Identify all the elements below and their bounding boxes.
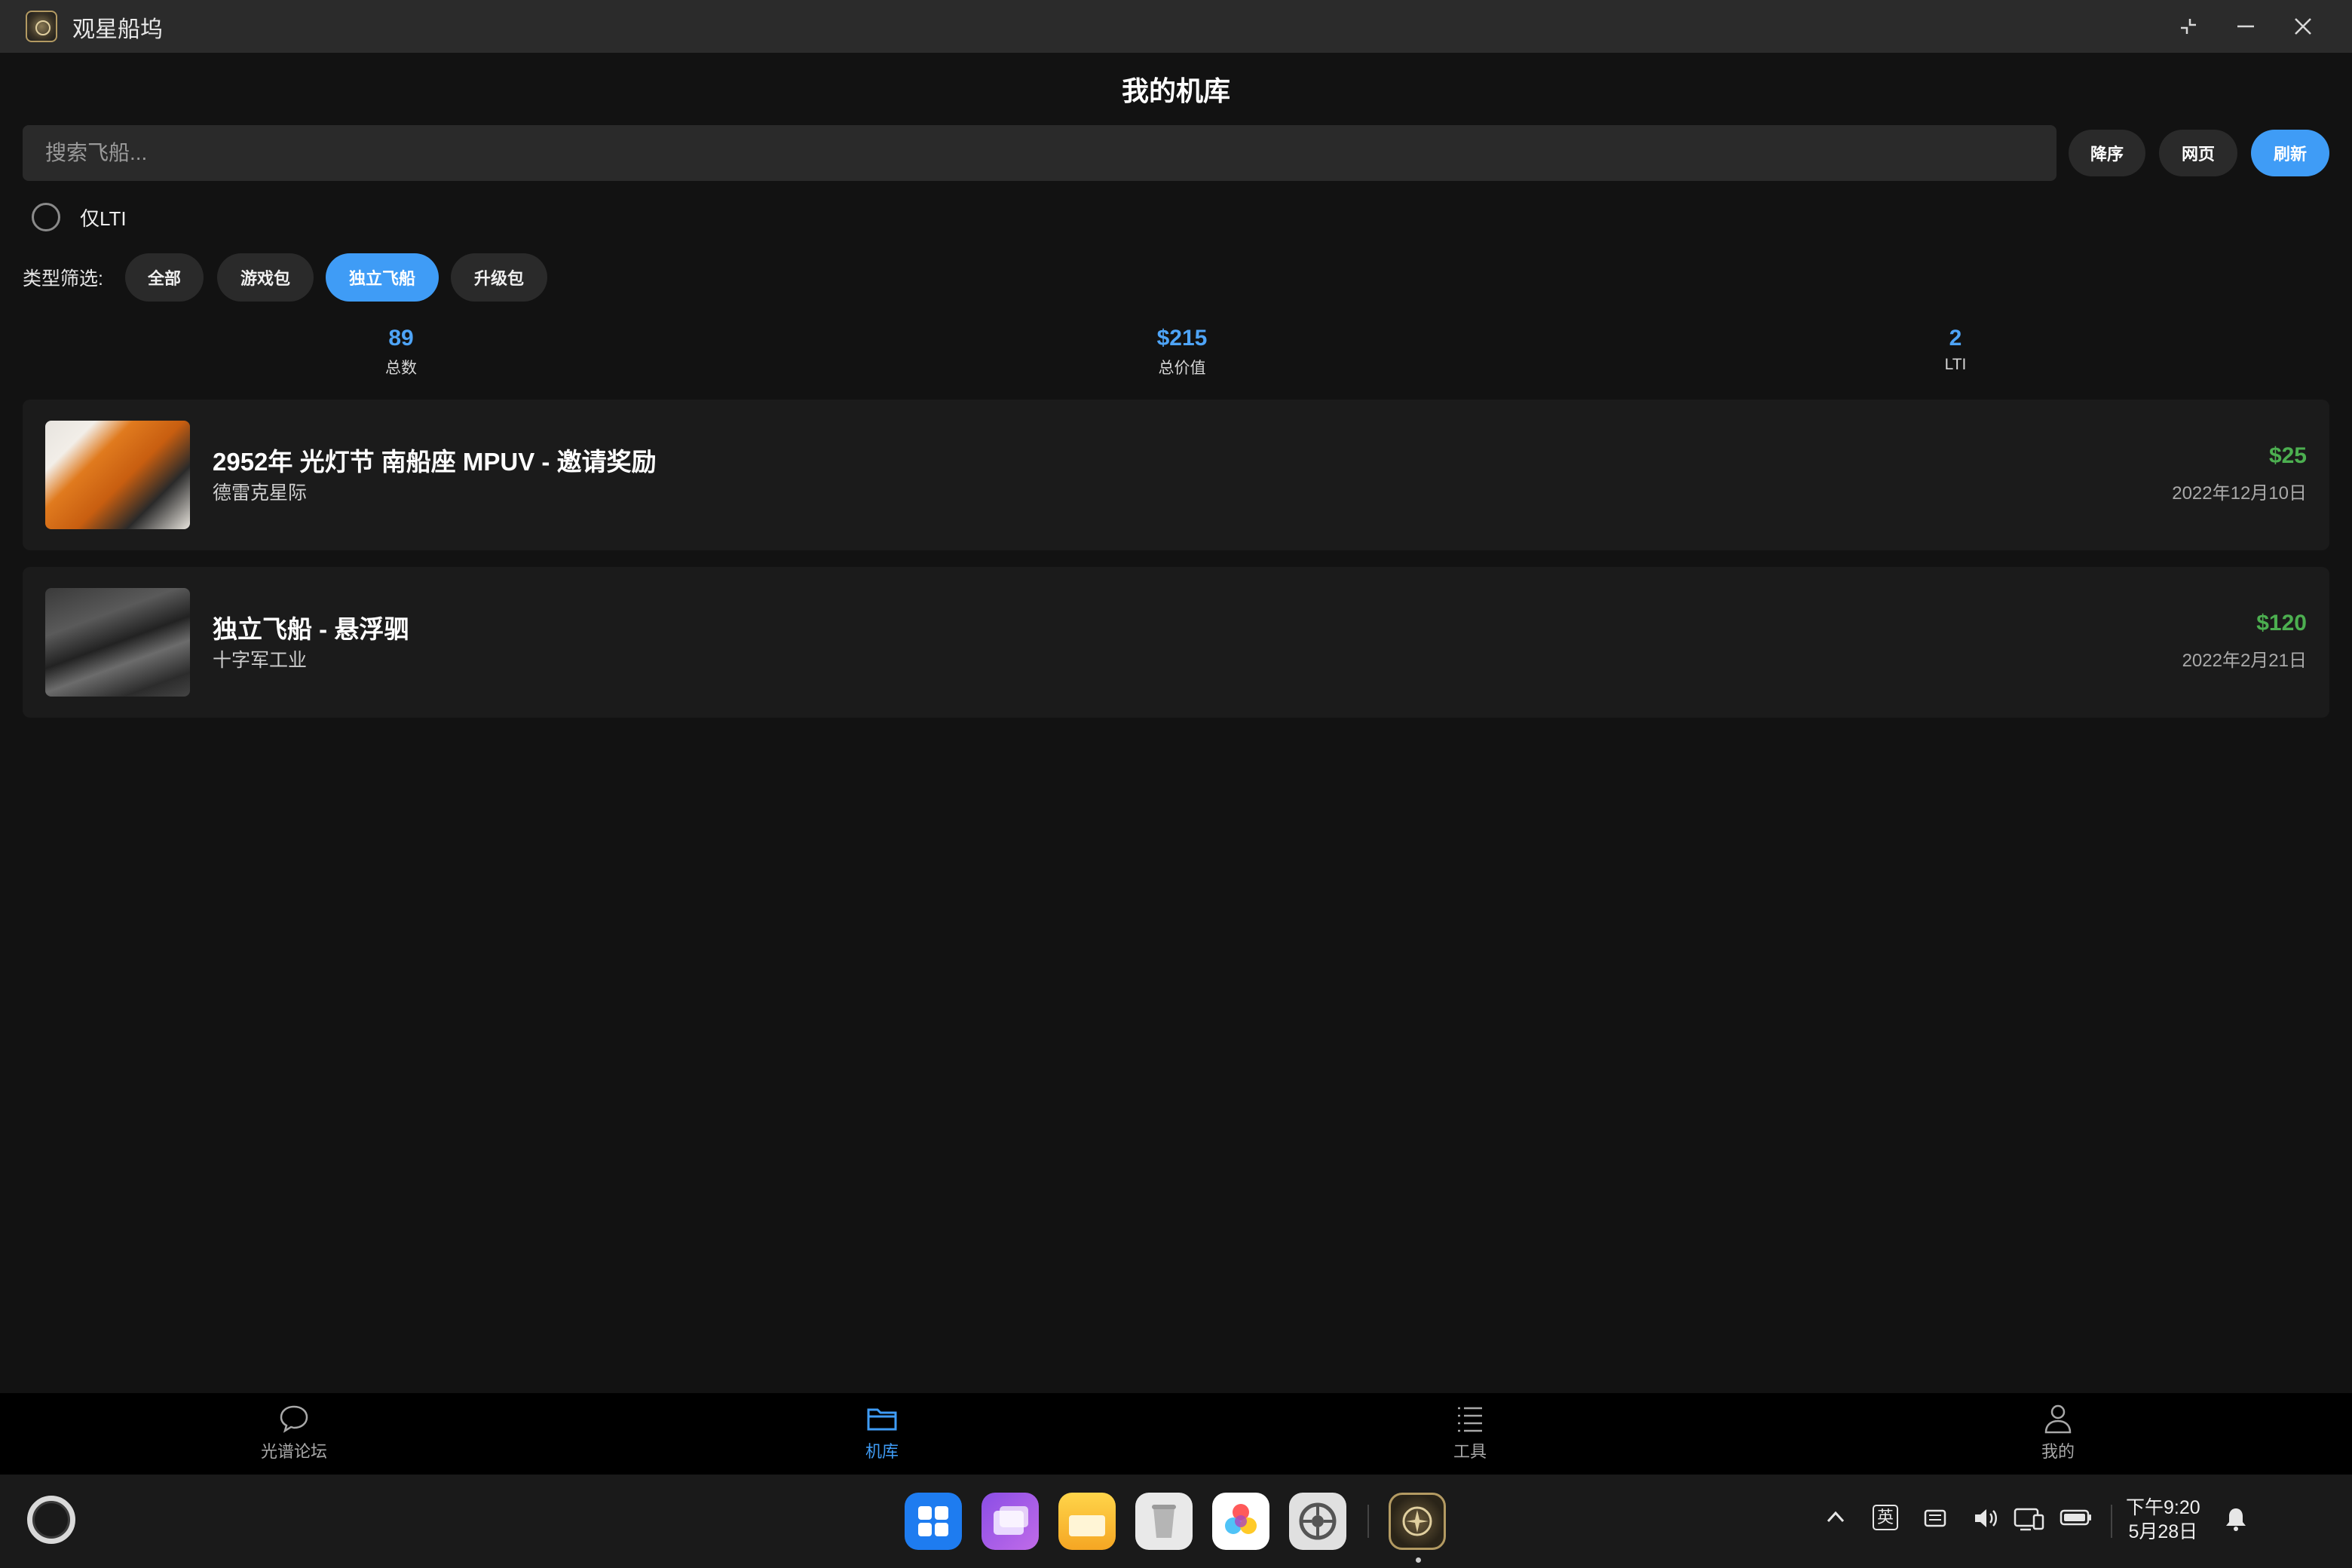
dock-divider (1367, 1505, 1369, 1538)
stat-value: 89 (388, 326, 414, 351)
volume-icon[interactable] (1972, 1506, 2002, 1536)
stat-value: 2 (1949, 326, 1962, 351)
app-logo-icon (26, 11, 57, 42)
minimize-icon[interactable] (2228, 9, 2263, 44)
stat-label: 总价值 (1158, 360, 1206, 377)
tray-divider (2111, 1505, 2112, 1538)
title-bar: 观星船坞 (0, 0, 2352, 53)
tab-forum[interactable]: 光谱论坛 (219, 1401, 369, 1462)
bottom-tab-bar: 光谱论坛 机库 工具 我的 (0, 1393, 2352, 1475)
ship-thumbnail (45, 421, 190, 529)
window-title: 观星船坞 (72, 17, 163, 42)
user-icon (2044, 1404, 2072, 1434)
tab-profile[interactable]: 我的 (1983, 1401, 2133, 1462)
os-taskbar: 英 下午9:20 5月28日 (0, 1475, 2352, 1568)
running-indicator (1416, 1557, 1421, 1563)
ship-name: 2952年 光灯节 南船座 MPUV - 邀请奖励 (213, 448, 657, 476)
stat-lti-count: 2 LTI (1842, 326, 2069, 374)
stat-value: $215 (1156, 326, 1208, 351)
ship-price: $25 (2268, 443, 2307, 468)
ship-thumbnail (45, 588, 190, 697)
system-clock[interactable]: 下午9:20 5月28日 (2126, 1496, 2200, 1544)
start-button[interactable] (27, 1496, 75, 1544)
refresh-button[interactable]: 刷新 (2251, 130, 2329, 176)
tab-label: 机库 (865, 1442, 899, 1461)
tab-tools[interactable]: 工具 (1395, 1401, 1545, 1462)
type-filter-label: 类型筛选: (23, 268, 103, 289)
input-method-indicator[interactable]: 英 (1873, 1505, 1898, 1530)
device-connect-icon[interactable] (2013, 1506, 2046, 1538)
filter-chip-all[interactable]: 全部 (125, 253, 204, 302)
clock-time: 下午9:20 (2126, 1497, 2200, 1518)
close-icon[interactable] (2286, 9, 2320, 44)
files-folder-icon[interactable] (1058, 1493, 1116, 1550)
main-content: 我的机库 降序 网页 刷新 仅LTI 类型筛选: 全部 游戏包 独立飞船 升级包… (0, 53, 2352, 1393)
battery-icon[interactable] (2060, 1506, 2093, 1535)
clock-date: 5月28日 (2128, 1521, 2198, 1542)
ship-manufacturer: 德雷克星际 (213, 482, 308, 504)
keyboard-icon[interactable] (1921, 1506, 1948, 1536)
stargazer-app-icon[interactable] (1389, 1493, 1446, 1550)
trash-icon[interactable] (1135, 1493, 1193, 1550)
ship-card[interactable]: 独立飞船 - 悬浮驷 十字军工业 $120 2022年2月21日 (23, 567, 2329, 718)
search-input[interactable] (23, 125, 2056, 181)
page-title: 我的机库 (1121, 75, 1230, 106)
ship-date: 2022年12月10日 (2172, 483, 2307, 504)
stat-total-count: 89 总数 (288, 326, 514, 378)
bell-icon[interactable] (2224, 1506, 2248, 1538)
tab-label: 工具 (1453, 1442, 1487, 1461)
web-button[interactable]: 网页 (2159, 130, 2237, 176)
lti-only-toggle[interactable]: 仅LTI (32, 201, 127, 234)
stat-total-value: $215 总价值 (1069, 326, 1295, 378)
folder-icon (867, 1408, 897, 1431)
lti-radio[interactable] (32, 203, 60, 231)
filter-chip-upgrade[interactable]: 升级包 (451, 253, 547, 302)
stat-label: LTI (1944, 356, 1967, 373)
settings-gear-icon[interactable] (1289, 1493, 1346, 1550)
app-grid-icon[interactable] (905, 1493, 962, 1550)
restore-icon[interactable] (2171, 9, 2206, 44)
chat-bubble-icon (280, 1405, 308, 1433)
lti-label: 仅LTI (80, 207, 127, 230)
ship-date: 2022年2月21日 (2182, 651, 2307, 671)
filter-chip-game-package[interactable]: 游戏包 (217, 253, 314, 302)
tab-label: 我的 (2041, 1442, 2075, 1461)
ship-manufacturer: 十字军工业 (213, 650, 308, 671)
ship-name: 独立飞船 - 悬浮驷 (213, 615, 409, 643)
ship-price: $120 (2256, 611, 2307, 635)
stat-label: 总数 (385, 360, 417, 377)
multitask-icon[interactable] (982, 1493, 1039, 1550)
photos-icon[interactable] (1212, 1493, 1269, 1550)
ship-card[interactable]: 2952年 光灯节 南船座 MPUV - 邀请奖励 德雷克星际 $25 2022… (23, 400, 2329, 550)
tab-label: 光谱论坛 (260, 1442, 327, 1461)
tab-hangar[interactable]: 机库 (807, 1401, 957, 1462)
sort-button[interactable]: 降序 (2069, 130, 2145, 176)
filter-chip-standalone-ship[interactable]: 独立飞船 (326, 253, 439, 302)
list-icon (1458, 1407, 1482, 1432)
chevron-up-icon[interactable] (1824, 1506, 1847, 1535)
